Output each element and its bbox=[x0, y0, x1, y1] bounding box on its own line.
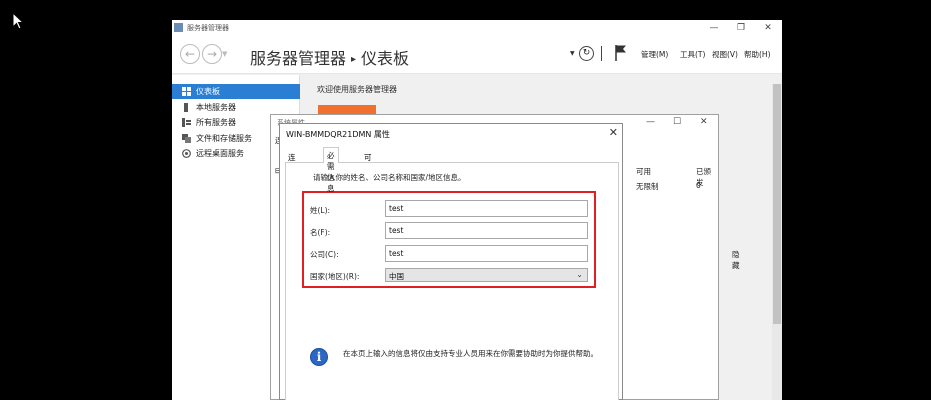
title-bar: 服务器管理器 — ❐ ✕ bbox=[172, 20, 782, 36]
first-name-label: 名(F): bbox=[310, 228, 331, 237]
val-available: 无限制 bbox=[636, 182, 659, 191]
server-icon bbox=[182, 103, 191, 112]
sidebar-item-label: 所有服务器 bbox=[196, 118, 236, 127]
company-field[interactable]: test bbox=[385, 245, 588, 262]
breadcrumb-page: 仪表板 bbox=[361, 49, 410, 68]
last-name-field[interactable]: test bbox=[385, 200, 588, 217]
breadcrumb-app[interactable]: 服务器管理器 bbox=[250, 49, 346, 68]
forward-arrow-icon[interactable]: → bbox=[202, 44, 222, 64]
content-scrollbar[interactable] bbox=[772, 84, 782, 400]
menu-help[interactable]: 帮助(H) bbox=[744, 49, 771, 60]
country-select[interactable]: 中国 ⌄ bbox=[385, 268, 588, 282]
history-dropdown-icon[interactable]: ▼ bbox=[222, 50, 227, 58]
header-bar: ← → ▼ 服务器管理器 ▸ 仪表板 ▼ ↻ 管理(M) 工具(T) 视图(V) 帮… bbox=[172, 36, 782, 74]
country-select-value: 中国 bbox=[389, 272, 404, 281]
hide-button[interactable]: 隐藏 bbox=[732, 249, 740, 271]
col-available-header: 可用 bbox=[636, 167, 651, 176]
tab-required-info[interactable]: 必需信息 bbox=[323, 147, 339, 193]
close-button[interactable]: ✕ bbox=[754, 21, 782, 35]
breadcrumb: 服务器管理器 ▸ 仪表板 bbox=[250, 45, 409, 69]
info-icon: i bbox=[310, 348, 328, 366]
sidebar-item-label: 本地服务器 bbox=[196, 103, 236, 112]
info-text: 在本页上输入的信息将仅由支持专业人员用来在你需要协助时为你提供帮助。 bbox=[343, 349, 598, 358]
minimize-button[interactable]: — bbox=[700, 21, 728, 35]
last-name-label: 姓(L): bbox=[310, 206, 331, 215]
menu-manage[interactable]: 管理(M) bbox=[641, 49, 668, 60]
remote-desktop-icon bbox=[182, 149, 191, 158]
breadcrumb-separator-icon: ▸ bbox=[351, 54, 357, 65]
chevron-down-icon: ⌄ bbox=[576, 270, 583, 279]
welcome-heading: 欢迎使用服务器管理器 bbox=[317, 85, 397, 94]
sidebar-item-local-server[interactable]: 本地服务器 bbox=[172, 100, 300, 115]
storage-icon bbox=[182, 134, 191, 143]
sidebar-item-label: 仪表板 bbox=[196, 87, 220, 96]
sidebar-item-label: 文件和存储服务 bbox=[196, 134, 252, 143]
dialog-title: WIN-BMMDQR21DMN 属性 bbox=[286, 130, 390, 139]
maximize-button[interactable]: ❐ bbox=[727, 21, 755, 35]
dialog-close-button[interactable]: ✕ bbox=[609, 126, 618, 139]
company-label: 公司(C): bbox=[310, 250, 339, 259]
menu-view[interactable]: 视图(V) bbox=[712, 49, 738, 60]
val-activated: 0 bbox=[696, 181, 701, 190]
menu-tools[interactable]: 工具(T) bbox=[680, 49, 705, 60]
servers-icon bbox=[182, 118, 191, 127]
bg-close-button[interactable]: ✕ bbox=[700, 117, 708, 127]
dashboard-icon bbox=[182, 87, 191, 96]
notifications-flag-icon[interactable] bbox=[615, 44, 627, 64]
country-label: 国家(地区)(R): bbox=[310, 272, 360, 281]
instruction-text: 请输入你的姓名、公司名称和国家/地区信息。 bbox=[313, 173, 466, 182]
bg-minimize-button[interactable]: — bbox=[646, 117, 655, 127]
refresh-icon[interactable]: ↻ bbox=[579, 46, 594, 61]
window-title: 服务器管理器 bbox=[187, 24, 229, 32]
bg-maximize-button[interactable]: ☐ bbox=[673, 117, 681, 127]
refresh-dropdown-icon[interactable]: ▼ bbox=[570, 50, 575, 57]
sidebar-item-dashboard[interactable]: 仪表板 bbox=[172, 84, 300, 99]
server-manager-app-icon bbox=[174, 23, 183, 32]
first-name-field[interactable]: test bbox=[385, 222, 588, 239]
divider bbox=[601, 46, 602, 61]
scrollbar-thumb[interactable] bbox=[773, 84, 781, 324]
sidebar-item-label: 远程桌面服务 bbox=[196, 149, 244, 158]
back-arrow-icon[interactable]: ← bbox=[180, 44, 200, 64]
